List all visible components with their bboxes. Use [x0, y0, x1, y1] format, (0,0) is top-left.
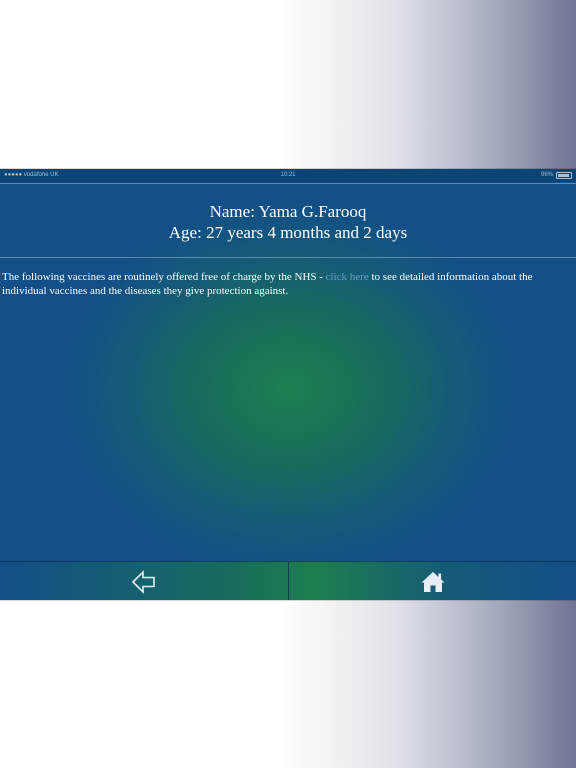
patient-name: Name: Yama G.Farooq	[209, 202, 367, 221]
patient-header: Name: Yama G.Farooq Age: 27 years 4 mont…	[0, 201, 576, 243]
battery-status: 96%	[541, 169, 572, 182]
intro-text: The following vaccines are routinely off…	[2, 270, 568, 298]
clock-label: 10:21	[280, 172, 296, 178]
intro-text-before: The following vaccines are routinely off…	[2, 271, 326, 283]
bottom-nav-bar	[0, 561, 576, 600]
status-bar: ●●●●● vodafone UK 10:21 96%	[0, 169, 576, 182]
divider-top	[0, 183, 576, 184]
click-here-link[interactable]: click here	[326, 271, 369, 283]
back-button[interactable]	[0, 562, 288, 600]
app-screen: ●●●●● vodafone UK 10:21 96% Name: Yama G…	[0, 169, 576, 600]
battery-icon	[556, 172, 572, 179]
battery-percent: 96%	[540, 172, 553, 178]
patient-age: Age: 27 years 4 months and 2 days	[168, 223, 408, 242]
divider-header	[0, 257, 576, 258]
back-arrow-icon	[131, 569, 155, 594]
home-button[interactable]	[289, 562, 576, 600]
home-icon	[421, 571, 444, 592]
